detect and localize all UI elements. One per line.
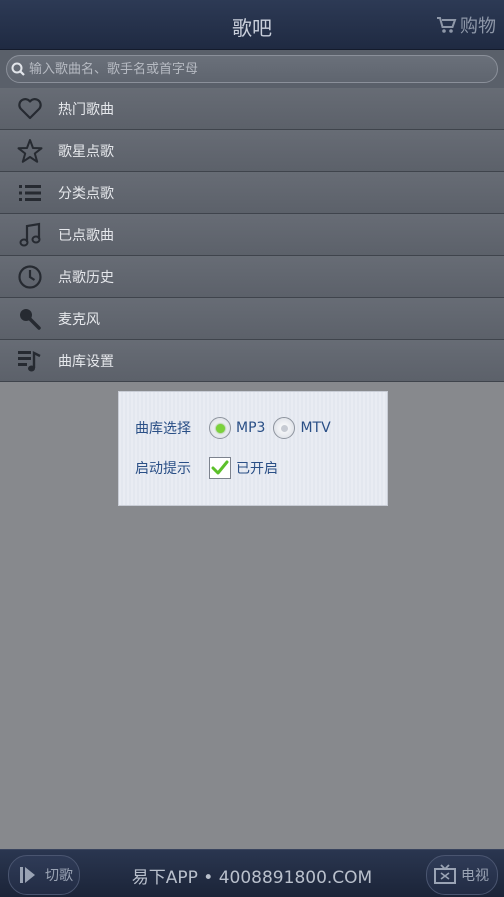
startup-value: 已开启 xyxy=(236,461,278,477)
menu-item-label: 曲库设置 xyxy=(58,353,114,370)
menu-item-artist-songs[interactable]: 歌星点歌 xyxy=(0,130,504,172)
page-title: 歌吧 xyxy=(232,16,272,40)
search-box[interactable] xyxy=(6,55,498,83)
radio-unselected-dot xyxy=(280,424,288,432)
checkmark-icon xyxy=(211,460,229,475)
search-icon xyxy=(11,62,25,76)
menu-item-selected-songs[interactable]: 已点歌曲 xyxy=(0,214,504,256)
menu-item-hot-songs[interactable]: 热门歌曲 xyxy=(0,88,504,130)
tv-button[interactable]: 电视 xyxy=(426,855,498,895)
menu-item-library-settings[interactable]: 曲库设置 xyxy=(0,340,504,382)
heart-icon xyxy=(15,94,45,124)
startup-prompt-row: 启动提示 已开启 xyxy=(135,457,286,479)
library-select-row: 曲库选择 MP3 MTV xyxy=(135,417,339,439)
search-input[interactable] xyxy=(29,61,489,77)
cart-icon xyxy=(437,17,457,33)
tv-label: 电视 xyxy=(461,868,489,884)
menu-item-history[interactable]: 点歌历史 xyxy=(0,256,504,298)
radio-mtv[interactable] xyxy=(273,417,296,439)
startup-checkbox[interactable] xyxy=(209,457,231,479)
star-icon xyxy=(15,136,45,166)
main-menu: 热门歌曲 歌星点歌 分类点歌 已点歌曲 点歌历史 麦克风 曲库设置 xyxy=(0,88,504,382)
radio-selected-dot xyxy=(215,423,225,433)
shop-button[interactable]: 购物 xyxy=(436,12,496,38)
microphone-icon xyxy=(15,304,45,334)
library-select-label: 曲库选择 xyxy=(135,421,191,437)
menu-item-label: 已点歌曲 xyxy=(58,227,114,244)
menu-item-microphone[interactable]: 麦克风 xyxy=(0,298,504,340)
menu-item-label: 分类点歌 xyxy=(58,185,114,202)
tv-icon xyxy=(434,864,456,884)
search-bar xyxy=(0,50,504,88)
radio-mtv-label[interactable]: MTV xyxy=(300,420,330,436)
top-bar: 歌吧 购物 xyxy=(0,0,504,50)
library-settings-icon xyxy=(15,346,45,376)
library-settings-dialog: 曲库选择 MP3 MTV 启动提示 已开启 xyxy=(118,391,388,506)
clock-icon xyxy=(15,262,45,292)
startup-prompt-label: 启动提示 xyxy=(135,461,191,477)
radio-mp3-label[interactable]: MP3 xyxy=(236,420,265,436)
menu-item-label: 热门歌曲 xyxy=(58,101,114,118)
menu-item-label: 歌星点歌 xyxy=(58,143,114,160)
menu-item-category-songs[interactable]: 分类点歌 xyxy=(0,172,504,214)
shop-label: 购物 xyxy=(460,16,496,37)
music-note-icon xyxy=(15,220,45,250)
menu-item-label: 麦克风 xyxy=(58,311,100,328)
bottom-bar: 切歌 易下APP • 4008891800.COM 电视 xyxy=(0,849,504,897)
radio-mp3[interactable] xyxy=(209,417,231,439)
menu-item-label: 点歌历史 xyxy=(58,269,114,286)
list-icon xyxy=(15,178,45,208)
